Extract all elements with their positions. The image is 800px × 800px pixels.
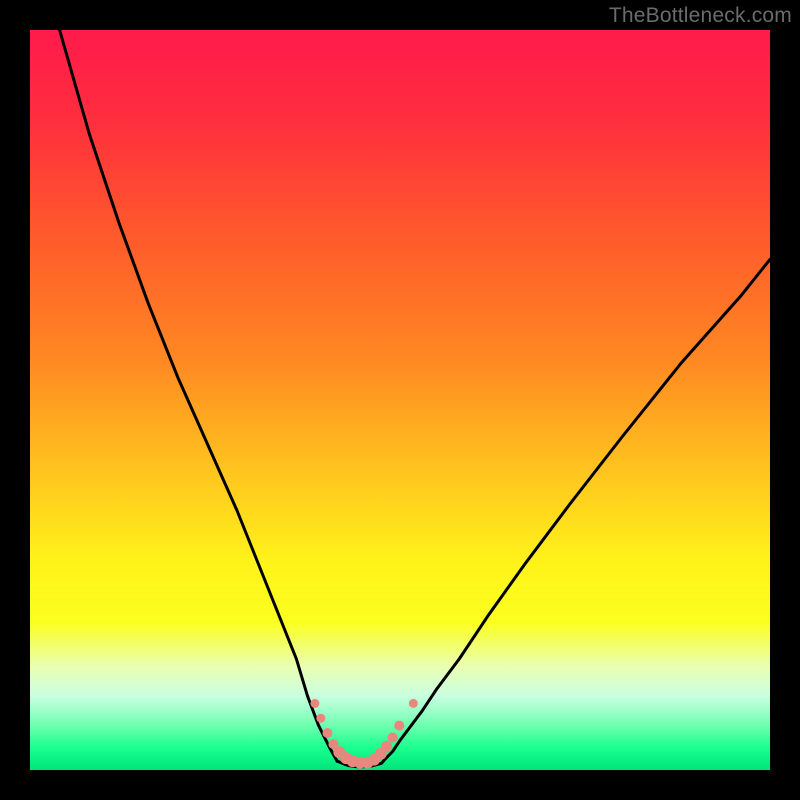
valley-dot bbox=[381, 741, 392, 752]
valley-dot bbox=[316, 714, 325, 723]
chart-frame: TheBottleneck.com bbox=[0, 0, 800, 800]
valley-dot bbox=[322, 728, 332, 738]
valley-dot bbox=[409, 699, 418, 708]
watermark-label: TheBottleneck.com bbox=[609, 4, 792, 28]
plot-area bbox=[30, 30, 770, 770]
valley-dot bbox=[394, 721, 404, 731]
curve-left bbox=[60, 30, 338, 761]
curve-layer bbox=[30, 30, 770, 770]
valley-dot bbox=[310, 699, 319, 708]
curve-right bbox=[385, 259, 770, 759]
valley-dot bbox=[388, 732, 398, 742]
